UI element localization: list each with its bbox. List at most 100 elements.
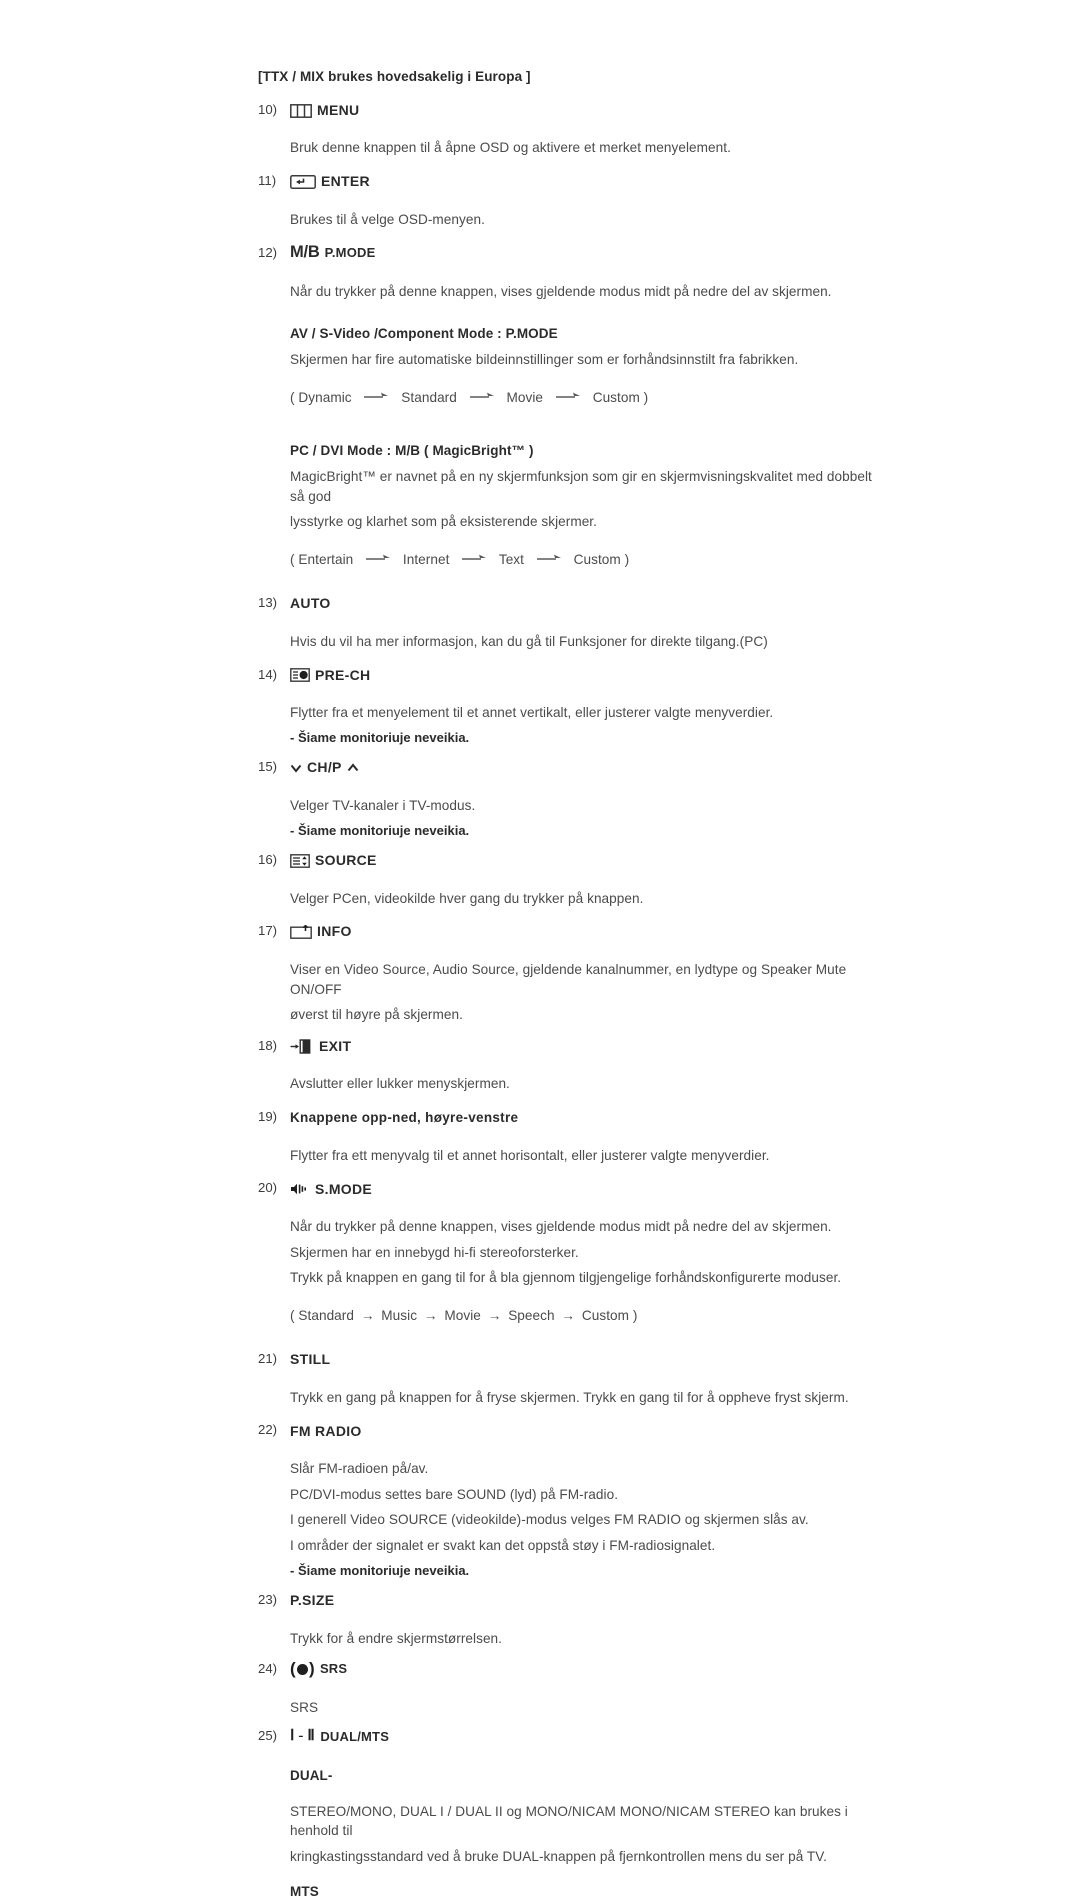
item-20-description: Når du trykker på denne knappen, vises g…	[290, 1217, 880, 1323]
item-17-info: 17) INFO	[258, 924, 880, 940]
pre-ch-icon	[290, 668, 310, 683]
subsection-heading-dual: DUAL-	[290, 1767, 333, 1783]
item-number: 15)	[258, 759, 278, 775]
item-10-menu: 10) MENU	[258, 101, 880, 119]
subsection-heading-av: AV / S-Video /Component Mode : P.MODE	[290, 326, 558, 342]
unavailable-note: - Šiame monitoriuje neveikia.	[290, 729, 470, 745]
arrow-right-icon: →	[487, 1307, 502, 1323]
ttx-mix-note: [TTX / MIX brukes hovedsakelig i Europa …	[258, 69, 531, 84]
arrow-right-icon	[461, 388, 503, 403]
description-line: Avslutter eller lukker menyskjermen.	[290, 1076, 510, 1092]
item-label-text: AUTO	[290, 595, 331, 612]
arrow-right-icon	[453, 550, 495, 565]
item-19-direction-buttons: 19) Knappene opp-ned, høyre-venstre	[258, 1110, 880, 1126]
mode-sequence-smode: ( Standard → Music → Movie → Speech → Cu…	[290, 1308, 880, 1323]
sequence-open: ( Dynamic	[290, 389, 352, 405]
item-17-description: Viser en Video Source, Audio Source, gje…	[290, 960, 880, 1025]
item-number: 14)	[258, 666, 278, 682]
item-label-text: CH/P	[307, 759, 342, 776]
item-label-text: MENU	[317, 101, 360, 118]
arrow-right-icon: →	[561, 1307, 576, 1323]
item-number: 13)	[258, 595, 278, 611]
item-label-row: M/B P.MODE	[290, 244, 375, 262]
unavailable-note: - Šiame monitoriuje neveikia.	[290, 1562, 470, 1578]
item-label-text: INFO	[317, 923, 352, 940]
item-number: 17)	[258, 923, 278, 939]
info-box-icon	[290, 925, 312, 940]
item-label-row: Knappene opp-ned, høyre-venstre	[290, 1109, 519, 1126]
item-10-description: Bruk denne knappen til å åpne OSD og akt…	[290, 138, 880, 158]
item-label-row: Ⅰ - Ⅱ DUAL/MTS	[290, 1727, 389, 1745]
description-line: kringkastingsstandard ved å bruke DUAL-k…	[290, 1848, 827, 1864]
description-line: PC/DVI-modus settes bare SOUND (lyd) på …	[290, 1486, 619, 1502]
item-number: 24)	[258, 1661, 278, 1676]
menu-bars-icon	[290, 103, 312, 118]
item-11-enter: 11) ENTER	[258, 173, 880, 190]
sequence-item: Custom )	[592, 389, 649, 405]
item-label-row: AUTO	[290, 595, 331, 612]
item-24-description: SRS	[290, 1698, 880, 1718]
item-25-description: DUAL- STEREO/MONO, DUAL I / DUAL II og M…	[290, 1767, 880, 1900]
dual-mts-icon: Ⅰ - Ⅱ	[290, 1727, 316, 1744]
item-label-text: Knappene opp-ned, høyre-venstre	[290, 1109, 519, 1125]
sequence-item: Text	[498, 551, 524, 567]
description-line: I områder der signalet er svakt kan det …	[290, 1538, 716, 1554]
description-line: Skjermen har en innebygd hi-fi stereofor…	[290, 1244, 579, 1260]
item-12-pmode: 12) M/B P.MODE	[258, 244, 880, 262]
item-12-description: Når du trykker på denne knappen, vises g…	[290, 282, 880, 567]
item-number: 19)	[258, 1109, 278, 1125]
item-16-source: 16) SOURCE	[258, 852, 880, 869]
item-number: 20)	[258, 1180, 278, 1196]
description-line: Trykk på knappen en gang til for å bla g…	[290, 1270, 842, 1286]
item-number: 23)	[258, 1592, 278, 1608]
item-number: 10)	[258, 101, 278, 117]
item-number: 21)	[258, 1351, 278, 1367]
description-line: Bruk denne knappen til å åpne OSD og akt…	[290, 140, 731, 156]
description-line: Viser en Video Source, Audio Source, gje…	[290, 961, 847, 997]
arrow-right-icon	[355, 388, 397, 403]
item-number: 18)	[258, 1037, 278, 1053]
item-number: 12)	[258, 245, 278, 261]
item-21-still: 21) STILL	[258, 1351, 880, 1368]
item-22-description: Slår FM-radioen på/av. PC/DVI-modus sett…	[290, 1459, 880, 1579]
item-19-description: Flytter fra ett menyvalg til et annet ho…	[290, 1146, 880, 1166]
unavailable-note: - Šiame monitoriuje neveikia.	[290, 822, 470, 838]
source-list-icon	[290, 854, 310, 868]
srs-icon: ()	[290, 1658, 315, 1678]
description-line: Brukes til å velge OSD-menyen.	[290, 211, 485, 227]
item-14-prech: 14) PRE-CH	[258, 666, 880, 684]
item-label-row: STILL	[290, 1351, 330, 1367]
description-line: Velger PCen, videokilde hver gang du try…	[290, 890, 644, 906]
description-line: Slår FM-radioen på/av.	[290, 1460, 429, 1476]
item-label-text: SRS	[319, 1660, 348, 1676]
item-label-row: MENU	[290, 101, 360, 118]
item-13-description: Hvis du vil ha mer informasjon, kan du g…	[290, 632, 880, 652]
arrow-right-icon: →	[360, 1307, 375, 1323]
description-line: Når du trykker på denne knappen, vises g…	[290, 1218, 832, 1234]
arrow-right-icon: →	[423, 1307, 438, 1323]
item-18-exit: 18) EXIT	[258, 1037, 880, 1055]
subsection-heading-mts: MTS	[290, 1883, 319, 1899]
description-line: Trykk en gang på knappen for å fryse skj…	[290, 1389, 849, 1405]
item-23-psize: 23) P.SIZE	[258, 1593, 880, 1609]
item-20-smode: 20) S.MODE	[258, 1181, 880, 1197]
arrow-right-icon	[547, 388, 589, 403]
item-label-row: PRE-CH	[290, 667, 370, 683]
description-line: øverst til høyre på skjermen.	[290, 1007, 463, 1023]
item-11-description: Brukes til å velge OSD-menyen.	[290, 210, 880, 230]
sequence-item: Internet	[402, 551, 450, 567]
item-label-row: CH/P	[290, 760, 359, 775]
item-label-row: SOURCE	[290, 852, 377, 868]
enter-return-icon	[290, 174, 316, 189]
chevron-up-icon	[347, 762, 359, 774]
description-line: SRS	[290, 1699, 319, 1715]
item-number: 25)	[258, 1728, 278, 1744]
item-16-description: Velger PCen, videokilde hver gang du try…	[290, 889, 880, 909]
item-25-dual-mts: 25) Ⅰ - Ⅱ DUAL/MTS	[258, 1727, 880, 1745]
item-label-text: ENTER	[321, 173, 370, 190]
description-line: Trykk for å endre skjermstørrelsen.	[290, 1630, 502, 1646]
item-label-row: ENTER	[290, 173, 370, 190]
item-23-description: Trykk for å endre skjermstørrelsen.	[290, 1629, 880, 1649]
item-14-description: Flytter fra et menyelement til et annet …	[290, 703, 880, 746]
exit-door-icon	[290, 1039, 314, 1054]
